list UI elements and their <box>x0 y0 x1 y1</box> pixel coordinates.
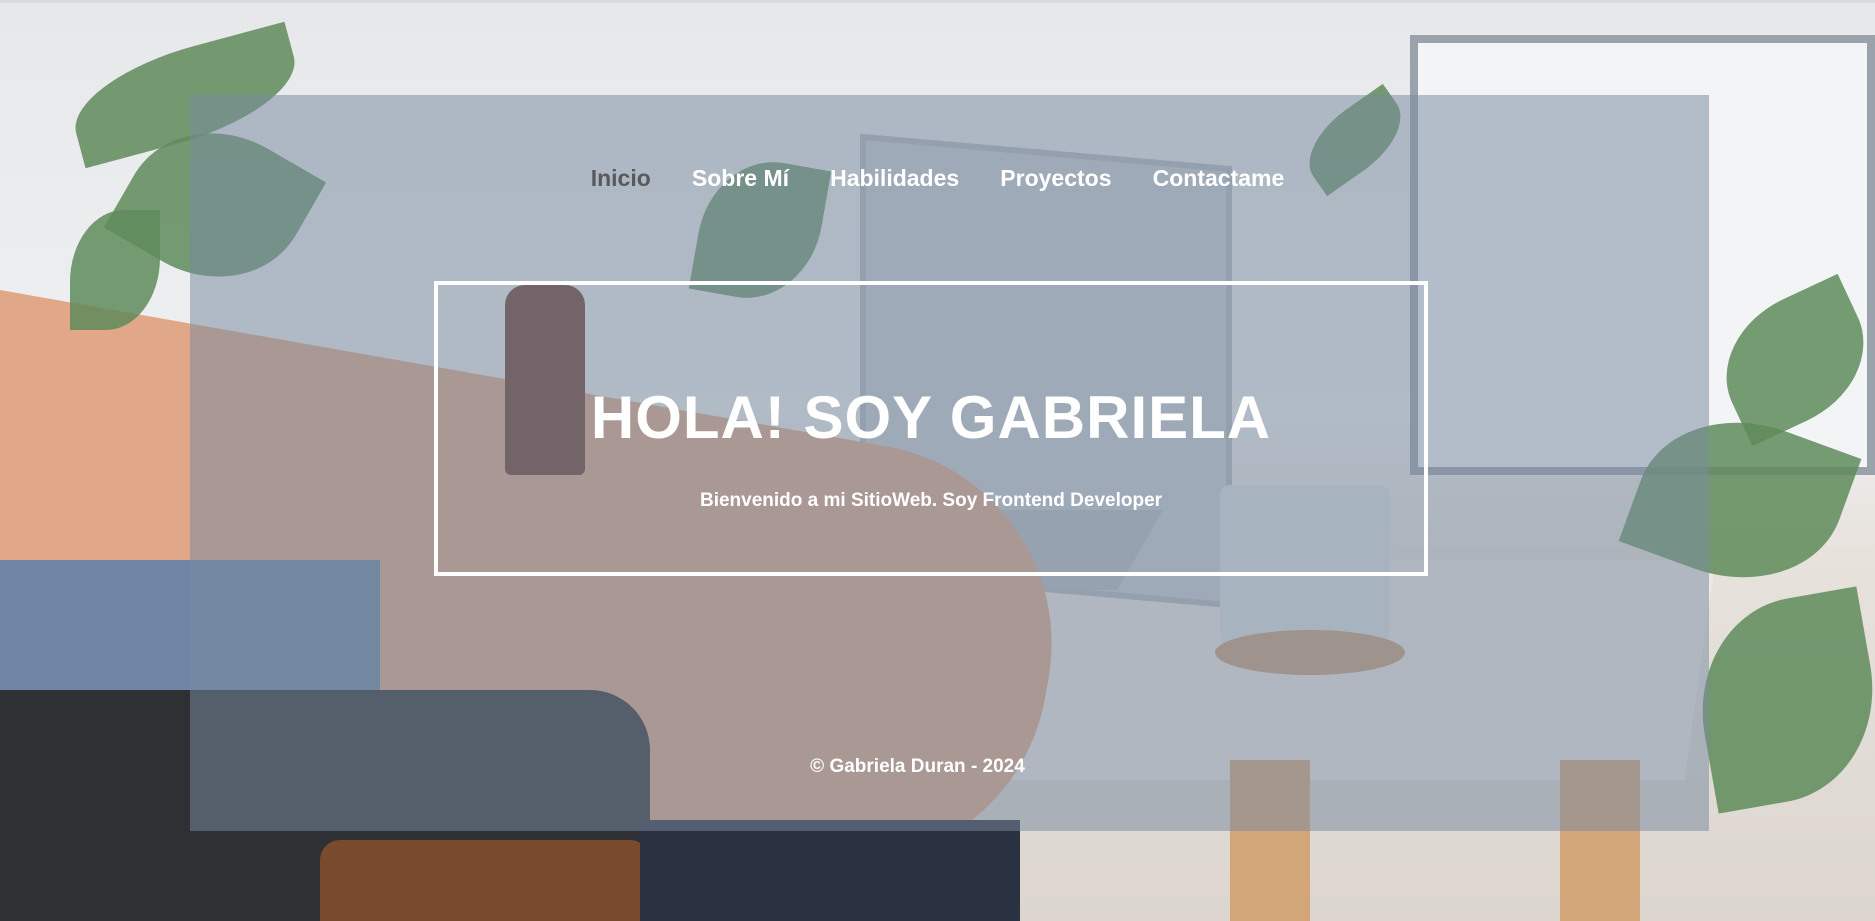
nav-link-proyectos[interactable]: Proyectos <box>1000 165 1111 192</box>
hero-box: HOLA! SOY GABRIELA Bienvenido a mi Sitio… <box>434 281 1428 576</box>
top-edge <box>0 0 1875 3</box>
chair-arm <box>320 840 650 921</box>
hero-title: HOLA! SOY GABRIELA <box>590 384 1272 451</box>
plant-leaf <box>70 210 160 330</box>
nav-link-inicio[interactable]: Inicio <box>591 165 651 192</box>
footer-copyright: © Gabriela Duran - 2024 <box>810 756 1025 777</box>
hero-subtitle: Bienvenido a mi SitioWeb. Soy Frontend D… <box>699 490 1163 511</box>
nav-link-habilidades[interactable]: Habilidades <box>830 165 959 192</box>
nav-link-sobre-mi[interactable]: Sobre Mí <box>692 165 789 192</box>
plant-leaf <box>1683 586 1875 814</box>
nav-link-contactame[interactable]: Contactame <box>1153 165 1285 192</box>
main-nav: Inicio Sobre Mí Habilidades Proyectos Co… <box>0 165 1875 192</box>
jeans <box>640 820 1020 921</box>
